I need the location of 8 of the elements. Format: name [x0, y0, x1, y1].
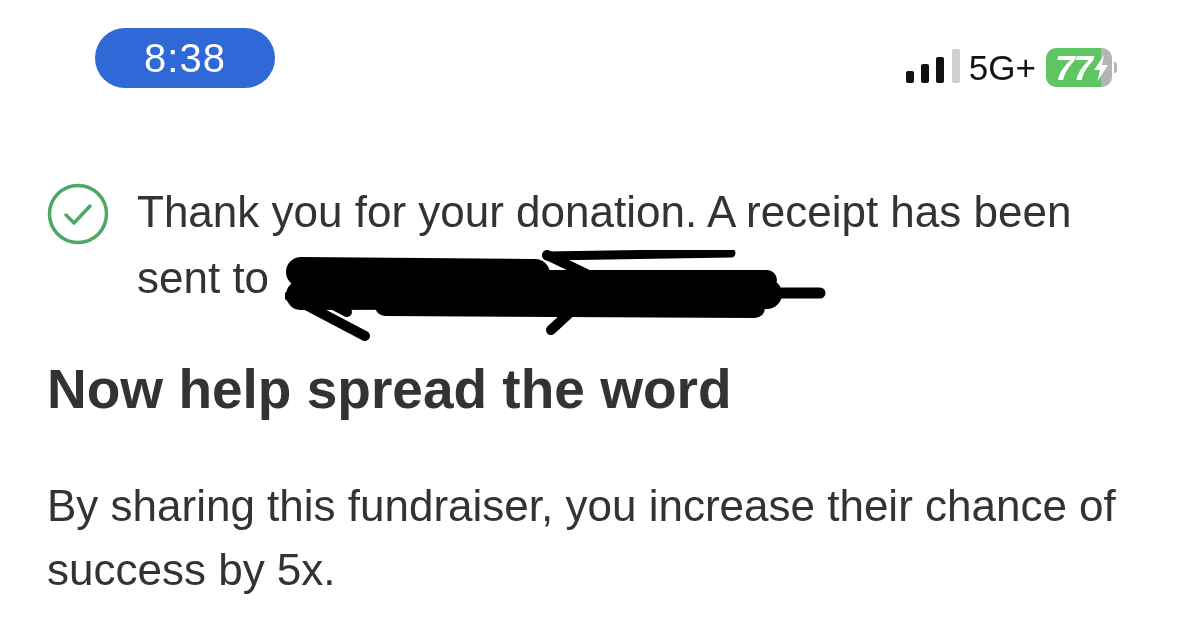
share-heading: Now help spread the word — [47, 358, 733, 420]
network-type: 5G+ — [968, 48, 1036, 87]
time-pill: 8:38 — [95, 28, 275, 88]
confirmation-text: Thank you for your donation. A receipt has been — [137, 186, 1072, 238]
check-circle-icon — [47, 183, 109, 245]
share-description: By sharing this fundraiser, you increase their chance of success by 5x. — [47, 480, 1117, 596]
signal-strength-icon — [905, 49, 960, 83]
confirmation-text: sent to — [137, 252, 270, 304]
